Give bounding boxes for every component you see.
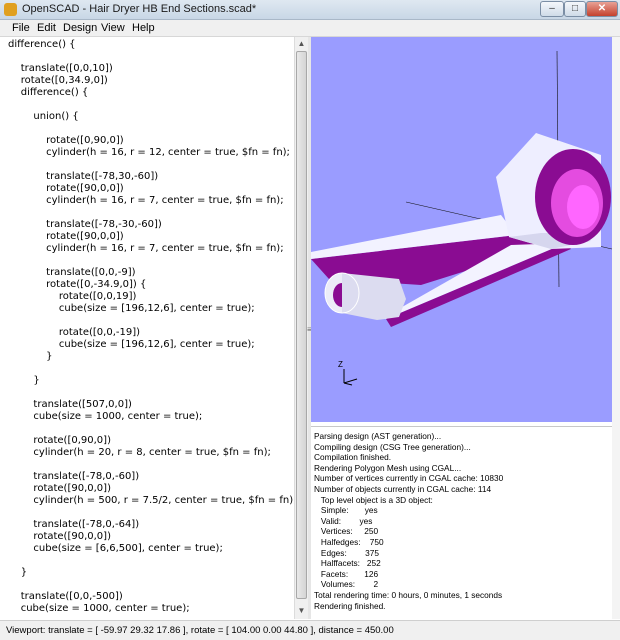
code-line[interactable]: rotate([0,0,19]) [8, 291, 137, 302]
scroll-up-arrow-icon[interactable]: ▲ [297, 39, 306, 48]
console-line: Volumes: 2 [314, 579, 379, 590]
code-line[interactable]: rotate([0,0,-19]) [8, 327, 140, 338]
console-line: Valid: yes [314, 515, 373, 526]
code-line[interactable]: rotate([90,0,0]) [8, 531, 111, 542]
close-button[interactable]: ✕ [586, 1, 618, 17]
code-line[interactable]: translate([-78,0,-60]) [8, 471, 139, 482]
code-line[interactable]: translate([-78,-30,-60]) [8, 219, 162, 230]
code-line[interactable]: translate([507,0,0]) [8, 399, 131, 410]
console-line: Number of objects currently in CGAL cach… [314, 484, 492, 494]
minimize-button[interactable]: – [540, 1, 564, 17]
code-line[interactable]: union() { [8, 111, 78, 122]
openscad-app-icon [4, 3, 17, 16]
code-line[interactable]: cylinder(h = 500, r = 7.5/2, center = tr… [8, 495, 294, 506]
console-line: Rendering finished. [314, 600, 386, 611]
axis-gizmo-y [343, 382, 353, 386]
small-cylinder-body [342, 273, 406, 320]
code-line[interactable]: cylinder(h = 16, r = 7, center = true, $… [8, 195, 283, 206]
axis-gizmo-label: Z [338, 360, 343, 369]
code-line[interactable]: rotate([0,90,0]) [8, 435, 111, 446]
menu-file[interactable]: File [12, 22, 30, 34]
console-line: Top level object is a 3D object: [314, 494, 433, 505]
menu-help[interactable]: Help [132, 22, 155, 34]
code-line[interactable]: rotate([0,-34.9,0]) { [8, 279, 146, 290]
right-edge-strip [612, 37, 620, 619]
console-panel[interactable]: Parsing design (AST generation)... Compil… [311, 426, 612, 620]
code-line[interactable]: } [8, 351, 52, 362]
console-line: Compilation finished. [314, 452, 392, 463]
code-line[interactable]: translate([-78,0,-64]) [8, 519, 139, 530]
code-line[interactable]: difference() { [8, 87, 89, 98]
status-bar: Viewport: translate = [ -59.97 29.32 17.… [0, 620, 620, 640]
code-line[interactable]: rotate([90,0,0]) [8, 183, 124, 194]
code-line[interactable]: translate([0,0,-500]) [8, 591, 123, 602]
code-line[interactable]: rotate([90,0,0]) [8, 483, 111, 494]
code-editor[interactable]: difference() { translate([0,0,10]) rotat… [0, 37, 294, 619]
console-line: Simple: yes [314, 505, 378, 516]
console-line: Number of vertices currently in CGAL cac… [314, 473, 504, 484]
menu-bar: File Edit Design View Help [0, 20, 620, 37]
console-line: Total rendering time: 0 hours, 0 minutes… [314, 590, 503, 600]
3d-viewport[interactable]: Z [311, 37, 612, 422]
editor-scrollbar[interactable]: ▲ ▼ [294, 37, 308, 619]
console-line: Halffacets: 252 [314, 558, 381, 569]
code-line[interactable]: difference() { [8, 39, 76, 50]
code-line[interactable]: translate([0,0,10]) [8, 63, 113, 74]
code-line[interactable]: rotate([90,0,0]) [8, 231, 124, 242]
console-line: Facets: 126 [314, 568, 379, 579]
code-line[interactable]: cube(size = 1000, center = true); [8, 603, 190, 614]
menu-edit[interactable]: Edit [37, 22, 56, 34]
console-line: Parsing design (AST generation)... [314, 431, 442, 441]
code-line[interactable]: cube(size = [6,6,500], center = true); [8, 543, 222, 554]
console-line: Halfedges: 750 [314, 537, 384, 547]
code-line[interactable]: } [8, 567, 27, 578]
code-line[interactable]: cube(size = 1000, center = true); [8, 411, 202, 422]
title-bar: OpenSCAD - Hair Dryer HB End Sections.sc… [0, 0, 620, 20]
code-line[interactable]: rotate([0,90,0]) [8, 135, 124, 146]
code-line[interactable]: cylinder(h = 16, r = 12, center = true, … [8, 147, 290, 158]
code-line[interactable]: cube(size = [196,12,6], center = true); [8, 303, 255, 314]
code-line[interactable]: cylinder(h = 20, r = 8, center = true, $… [8, 447, 270, 458]
window-title: OpenSCAD - Hair Dryer HB End Sections.sc… [22, 3, 257, 15]
code-line[interactable]: translate([-78,30,-60]) [8, 171, 158, 182]
code-line[interactable]: } [8, 375, 39, 386]
menu-design[interactable]: Design [63, 22, 97, 34]
menu-view[interactable]: View [101, 22, 125, 34]
console-line: Vertices: 250 [314, 526, 379, 537]
code-line[interactable]: cylinder(h = 16, r = 7, center = true, $… [8, 243, 283, 254]
large-cylinder-bore-inner [567, 185, 599, 229]
code-line[interactable]: rotate([0,34.9,0]) [8, 75, 108, 86]
rendered-model: Z [311, 50, 612, 386]
maximize-button[interactable]: □ [564, 1, 586, 17]
code-line[interactable]: translate([0,0,-9]) [8, 267, 135, 278]
console-line: Edges: 375 [314, 547, 380, 558]
axis-gizmo-x [343, 378, 358, 384]
console-line: Rendering Polygon Mesh using CGAL... [314, 462, 462, 473]
scroll-down-arrow-icon[interactable]: ▼ [297, 606, 306, 615]
scrollbar-thumb[interactable] [296, 51, 307, 599]
viewport-status: Viewport: translate = [ -59.97 29.32 17.… [6, 625, 394, 636]
console-line: Compiling design (CSG Tree generation)..… [314, 441, 471, 452]
code-line[interactable]: cube(size = [196,12,6], center = true); [8, 339, 255, 350]
